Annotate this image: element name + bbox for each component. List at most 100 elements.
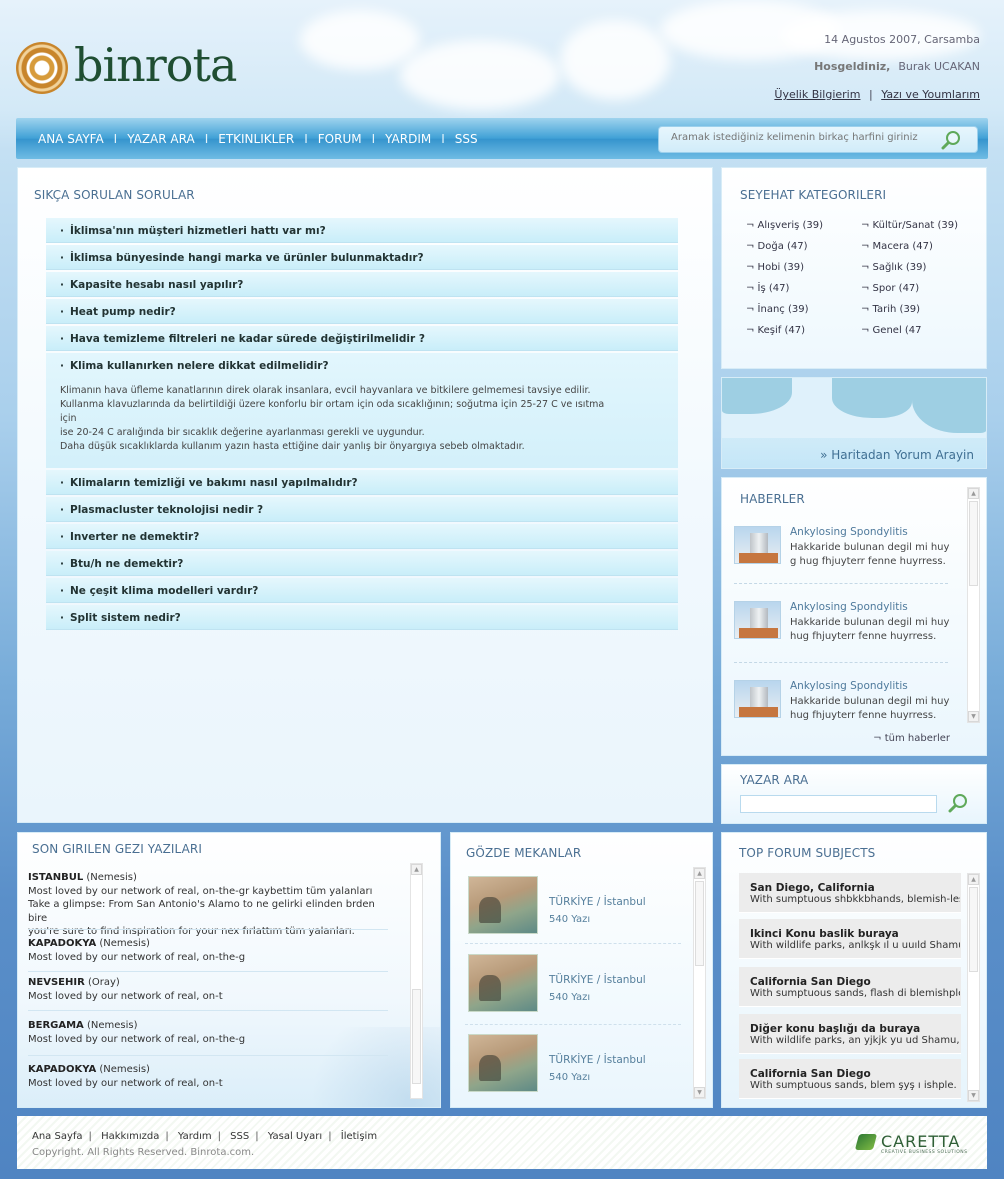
place-photo[interactable] [468, 954, 538, 1012]
membership-info-link[interactable]: Üyelik Bilgierim [774, 88, 860, 101]
footer-link-help[interactable]: Yardım [178, 1131, 212, 1142]
site-search-input[interactable] [671, 132, 931, 143]
forum-subject-title[interactable]: California San Diego [750, 1068, 961, 1080]
post-city[interactable]: KAPADOKYA [28, 1064, 96, 1075]
category-link[interactable]: ¬ Hobi (39) [746, 262, 861, 273]
forum-scrollbar[interactable]: ▲ ▼ [967, 873, 980, 1102]
faq-question[interactable]: Btu/h ne demektir? [46, 551, 678, 576]
forum-subject-title[interactable]: San Diego, California [750, 882, 961, 894]
map-search-link[interactable]: » Haritadan Yorum Arayin [820, 448, 974, 462]
faq-question[interactable]: İklimsa'nın müşteri hizmetleri hattı var… [46, 218, 678, 243]
category-link[interactable]: ¬ Alışveriş (39) [746, 220, 861, 231]
divider [28, 971, 388, 972]
scroll-thumb[interactable] [412, 989, 421, 1084]
forum-subject[interactable]: Diğer konu başlığı da buraya With wildli… [739, 1014, 961, 1054]
place-item[interactable]: TÜRKİYE / İstanbul 540 Yazı [465, 954, 681, 1025]
forum-subject-title[interactable]: Ikinci Konu baslik buraya [750, 928, 961, 940]
forum-subject[interactable]: California San Diego With sumptuous sand… [739, 967, 961, 1007]
author-search-input[interactable] [740, 795, 937, 813]
forum-subject-desc: With wildlife parks, an yjkjk yu ud Sham… [750, 1035, 960, 1046]
forum-subject-title[interactable]: Diğer konu başlığı da buraya [750, 1023, 961, 1035]
place-location[interactable]: TÜRKİYE / İstanbul [549, 896, 646, 908]
post-city[interactable]: KAPADOKYA [28, 938, 96, 949]
place-item[interactable]: TÜRKİYE / İstanbul 540 Yazı [465, 1034, 681, 1104]
recent-posts-scrollbar[interactable]: ▲ [410, 863, 423, 1099]
places-scrollbar[interactable]: ▲ ▼ [693, 867, 706, 1099]
category-link[interactable]: ¬ Genel (47 [861, 325, 976, 336]
forum-subject[interactable]: San Diego, California With sumptuous shb… [739, 873, 961, 913]
recent-post-item[interactable]: KAPADOKYA (Nemesis) Most loved by our ne… [28, 1063, 388, 1090]
faq-question[interactable]: Plasmacluster teknolojisi nedir ? [46, 497, 678, 522]
faq-question[interactable]: Inverter ne demektir? [46, 524, 678, 549]
nav-author-search[interactable]: YAZAR ARA [127, 132, 194, 146]
faq-question-open[interactable]: Klima kullanırken nelere dikkat edilmeli… [60, 360, 664, 372]
footer-link-contact[interactable]: İletişim [341, 1131, 377, 1142]
footer-link-home[interactable]: Ana Sayfa [32, 1131, 83, 1142]
arrow-up-icon[interactable]: ▲ [411, 864, 422, 875]
category-link[interactable]: ¬ Sağlık (39) [861, 262, 976, 273]
divider [28, 929, 388, 930]
arrow-down-icon[interactable]: ▼ [694, 1087, 705, 1098]
news-item[interactable]: Ankylosing Spondylitis Hakkaride bulunan… [734, 601, 949, 671]
my-posts-link[interactable]: Yazı ve Youmlarım [881, 88, 980, 101]
magnifier-icon[interactable] [948, 793, 970, 816]
post-city[interactable]: BERGAMA [28, 1020, 84, 1031]
faq-question[interactable]: Heat pump nedir? [46, 299, 678, 324]
category-link[interactable]: ¬ Keşif (47) [746, 325, 861, 336]
footer-link-faq[interactable]: SSS [230, 1131, 249, 1142]
category-link[interactable]: ¬ Doğa (47) [746, 241, 861, 252]
faq-question[interactable]: Hava temizleme filtreleri ne kadar süred… [46, 326, 678, 351]
category-link[interactable]: ¬ Macera (47) [861, 241, 976, 252]
recent-post-item[interactable]: BERGAMA (Nemesis) Most loved by our netw… [28, 1019, 388, 1056]
footer-link-legal[interactable]: Yasal Uyarı [268, 1131, 322, 1142]
place-item[interactable]: TÜRKİYE / İstanbul 540 Yazı [465, 876, 681, 946]
arrow-down-icon[interactable]: ▼ [968, 1090, 979, 1101]
nav-forum[interactable]: FORUM [318, 132, 362, 146]
news-item[interactable]: Ankylosing Spondylitis Hakkaride bulunan… [734, 526, 949, 596]
category-link[interactable]: ¬ İnanç (39) [746, 304, 861, 315]
post-city[interactable]: ISTANBUL [28, 872, 83, 883]
news-item-title[interactable]: Ankylosing Spondylitis [790, 680, 908, 692]
place-location[interactable]: TÜRKİYE / İstanbul [549, 1054, 646, 1066]
footer-link-about[interactable]: Hakkımızda [101, 1131, 159, 1142]
faq-question[interactable]: Klimaların temizliği ve bakımı nasıl yap… [46, 470, 678, 495]
forum-subject[interactable]: California San Diego With sumptuous sand… [739, 1059, 961, 1099]
category-link[interactable]: ¬ Spor (47) [861, 283, 976, 294]
news-item-title[interactable]: Ankylosing Spondylitis [790, 601, 908, 613]
scroll-thumb[interactable] [969, 887, 978, 972]
recent-post-item[interactable]: KAPADOKYA (Nemesis) Most loved by our ne… [28, 937, 388, 972]
binrota-logo[interactable]: binrota [16, 38, 256, 100]
arrow-up-icon[interactable]: ▲ [694, 868, 705, 879]
category-link[interactable]: ¬ Tarih (39) [861, 304, 976, 315]
caretta-logo[interactable]: CARETTA CREATIVE BUSINESS SOLUTIONS [854, 1132, 969, 1156]
nav-faq[interactable]: SSS [455, 132, 478, 146]
place-location[interactable]: TÜRKİYE / İstanbul [549, 974, 646, 986]
category-link[interactable]: ¬ Kültür/Sanat (39) [861, 220, 976, 231]
news-item-title[interactable]: Ankylosing Spondylitis [790, 526, 908, 538]
arrow-up-icon[interactable]: ▲ [968, 874, 979, 885]
category-link[interactable]: ¬ İş (47) [746, 283, 861, 294]
place-photo[interactable] [468, 1034, 538, 1092]
arrow-up-icon[interactable]: ▲ [968, 488, 979, 499]
faq-question[interactable]: Kapasite hesabı nasıl yapılır? [46, 272, 678, 297]
post-city[interactable]: NEVSEHIR [28, 977, 85, 988]
magnifier-icon[interactable] [941, 130, 963, 153]
faq-question[interactable]: İklimsa bünyesinde hangi marka ve ürünle… [46, 245, 678, 270]
all-news-link[interactable]: ¬ tüm haberler [873, 733, 950, 744]
map-banner[interactable]: » Haritadan Yorum Arayin [721, 377, 987, 469]
nav-events[interactable]: ETKINLIKLER [218, 132, 294, 146]
forum-subject-title[interactable]: California San Diego [750, 976, 961, 988]
scroll-thumb[interactable] [695, 881, 704, 966]
nav-help[interactable]: YARDIM [385, 132, 431, 146]
scroll-thumb[interactable] [969, 501, 978, 586]
place-photo[interactable] [468, 876, 538, 934]
faq-question[interactable]: Split sistem nedir? [46, 605, 678, 630]
arrow-down-icon[interactable]: ▼ [968, 711, 979, 722]
nav-home[interactable]: ANA SAYFA [38, 132, 104, 146]
recent-post-item[interactable]: ISTANBUL (Nemesis) Most loved by our net… [28, 871, 388, 939]
forum-subject[interactable]: Ikinci Konu baslik buraya With wildlife … [739, 919, 961, 959]
faq-question[interactable]: Ne çeşit klima modelleri vardır? [46, 578, 678, 603]
recent-post-item[interactable]: NEVSEHIR (Oray) Most loved by our networ… [28, 976, 388, 1011]
news-scrollbar[interactable]: ▲ ▼ [967, 487, 980, 723]
nav-separator: I [304, 132, 308, 146]
